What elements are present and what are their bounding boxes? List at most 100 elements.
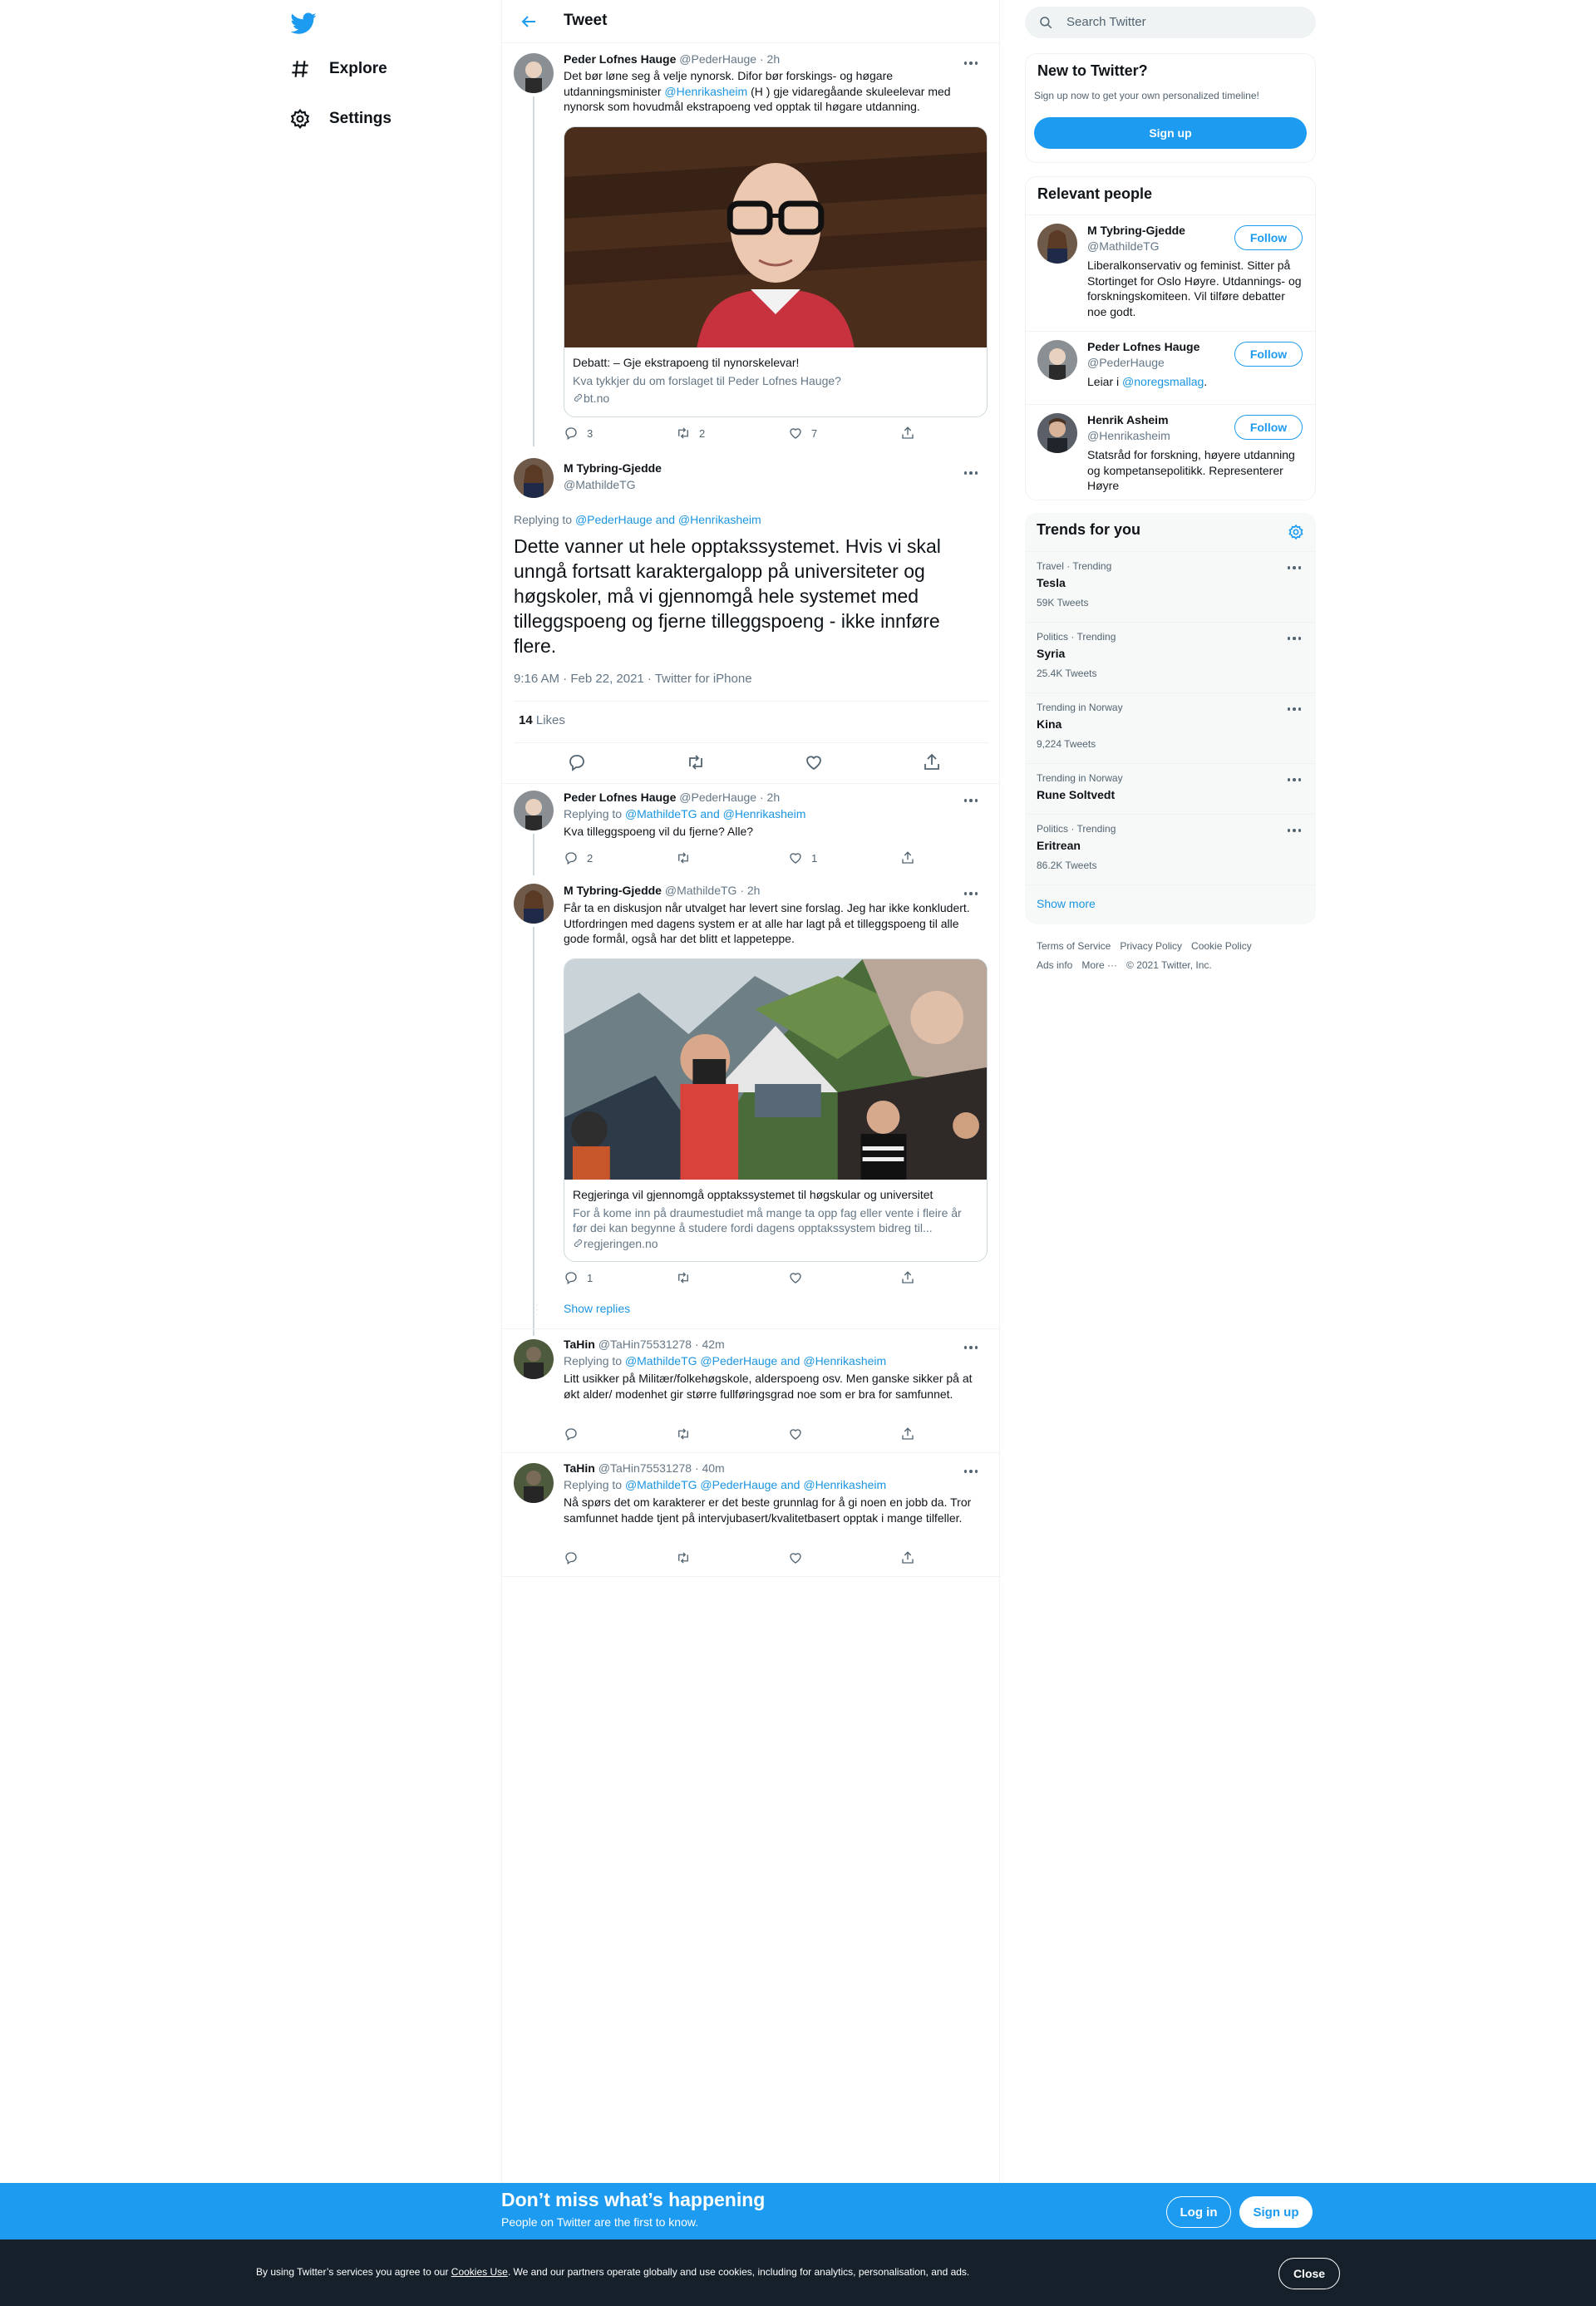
retweet-button[interactable] [676, 1270, 691, 1285]
follow-button[interactable]: Follow [1234, 415, 1303, 440]
author-name[interactable]: TaHin [564, 1338, 595, 1351]
replying-to-link[interactable]: @MathildeTG and @Henrikasheim [625, 807, 806, 820]
avatar[interactable] [1037, 413, 1077, 453]
nav-settings[interactable]: Settings [286, 98, 392, 140]
share-button[interactable] [900, 850, 915, 865]
more-menu-link[interactable]: More ··· [1081, 959, 1117, 971]
tweet-timestamp[interactable]: 9:16 AM · Feb 22, 2021 · Twitter for iPh… [514, 672, 752, 686]
link-card[interactable]: Debatt: – Gje ekstrapoeng til nynorskele… [564, 126, 988, 417]
show-more-link[interactable]: Show more [1037, 897, 1096, 910]
more-icon[interactable] [1284, 705, 1304, 713]
author-name[interactable]: M Tybring-Gjedde [564, 461, 662, 475]
more-icon[interactable] [1284, 776, 1304, 784]
author-handle[interactable]: @MathildeTG [564, 478, 636, 491]
more-icon[interactable] [961, 1467, 981, 1476]
person-item[interactable]: Peder Lofnes Hauge @PederHauge Leiar i @… [1026, 331, 1315, 404]
avatar[interactable] [1037, 340, 1077, 380]
trend-item[interactable]: Trending in Norway Kina 9,224 Tweets [1025, 692, 1316, 763]
sign-up-button[interactable]: Sign up [1034, 117, 1307, 149]
like-button[interactable] [788, 1426, 803, 1441]
show-more-row[interactable]: Show more [1025, 884, 1316, 924]
terms-link[interactable]: Terms of Service [1037, 940, 1111, 952]
person-name[interactable]: Henrik Asheim [1087, 413, 1169, 426]
person-name[interactable]: Peder Lofnes Hauge [1087, 340, 1199, 353]
person-item[interactable]: Henrik Asheim @Henrikasheim Statsråd for… [1026, 404, 1315, 500]
retweet-button[interactable]: 2 [676, 426, 705, 441]
tweet-time[interactable]: · 40m [695, 1461, 725, 1475]
share-button[interactable] [900, 426, 915, 441]
search-input[interactable]: Search Twitter [1066, 15, 1146, 29]
settings-gear-icon[interactable] [1288, 524, 1304, 540]
author-handle[interactable]: @PederHauge [679, 52, 756, 66]
mention-link[interactable]: @Henrikasheim [664, 85, 747, 98]
reply-button[interactable]: 1 [564, 1270, 593, 1285]
trend-item[interactable]: Politics · Trending Syria 25.4K Tweets [1025, 622, 1316, 692]
avatar[interactable] [514, 53, 554, 93]
share-button[interactable] [922, 752, 942, 772]
like-button[interactable] [788, 1550, 803, 1565]
tweet-time[interactable]: · 2h [740, 884, 760, 897]
share-button[interactable] [900, 1270, 915, 1285]
more-icon[interactable] [1284, 826, 1304, 835]
like-button[interactable] [804, 752, 824, 772]
person-name[interactable]: M Tybring-Gjedde [1087, 224, 1185, 237]
tweet-time[interactable]: · 42m [695, 1338, 725, 1351]
retweet-button[interactable] [676, 850, 691, 865]
tweet-time[interactable]: · 2h [760, 52, 780, 66]
share-button[interactable] [900, 1550, 915, 1565]
more-icon[interactable] [961, 1343, 981, 1352]
reply-tweet[interactable]: TaHin @TaHin75531278 · 40m Replying to @… [502, 1453, 1001, 1576]
author-name[interactable]: Peder Lofnes Hauge [564, 791, 676, 804]
retweet-button[interactable] [676, 1550, 691, 1565]
avatar[interactable] [514, 1339, 554, 1379]
reply-tweet[interactable]: Peder Lofnes Hauge @PederHauge · 2h Repl… [502, 784, 1001, 875]
ads-info-link[interactable]: Ads info [1037, 959, 1072, 971]
reply-button[interactable]: 2 [564, 850, 593, 865]
cookies-use-link[interactable]: Cookies Use [451, 2266, 508, 2278]
avatar[interactable] [514, 1463, 554, 1503]
replying-to-link[interactable]: @PederHauge and @Henrikasheim [575, 513, 761, 526]
reply-button[interactable] [567, 752, 587, 772]
author-handle[interactable]: @PederHauge [679, 791, 756, 804]
like-button[interactable]: 1 [788, 850, 817, 865]
person-handle[interactable]: @PederHauge [1087, 356, 1165, 369]
close-button[interactable]: Close [1278, 2258, 1340, 2289]
person-item[interactable]: M Tybring-Gjedde @MathildeTG Liberalkons… [1026, 214, 1315, 331]
reply-tweet[interactable]: TaHin @TaHin75531278 · 42m Replying to @… [502, 1329, 1001, 1452]
nav-explore[interactable]: Explore [286, 48, 387, 90]
reply-button[interactable] [564, 1550, 579, 1565]
like-button[interactable] [788, 1270, 803, 1285]
sign-up-button[interactable]: Sign up [1239, 2196, 1313, 2228]
link-card[interactable]: Regjeringa vil gjennomgå opptakssystemet… [564, 958, 988, 1262]
reply-tweet[interactable]: M Tybring-Gjedde @MathildeTG · 2h Får ta… [502, 875, 1001, 1336]
more-icon[interactable] [961, 469, 981, 477]
author-handle[interactable]: @MathildeTG [665, 884, 737, 897]
reply-button[interactable] [564, 1426, 579, 1441]
retweet-button[interactable] [686, 752, 706, 772]
parent-tweet[interactable]: Peder Lofnes Hauge @PederHauge · 2h Det … [502, 43, 1001, 446]
log-in-button[interactable]: Log in [1166, 2196, 1231, 2228]
twitter-bird-icon[interactable] [289, 10, 318, 38]
avatar[interactable] [1037, 224, 1077, 264]
person-handle[interactable]: @Henrikasheim [1087, 429, 1170, 442]
back-arrow-icon[interactable] [519, 12, 539, 32]
like-button[interactable]: 7 [788, 426, 817, 441]
avatar[interactable] [514, 458, 554, 498]
follow-button[interactable]: Follow [1234, 342, 1303, 367]
avatar[interactable] [514, 884, 554, 924]
trend-item[interactable]: Politics · Trending Eritrean 86.2K Tweet… [1025, 814, 1316, 884]
trend-item[interactable]: Trending in Norway Rune Soltvedt [1025, 763, 1316, 814]
cookie-policy-link[interactable]: Cookie Policy [1191, 940, 1252, 952]
author-name[interactable]: Peder Lofnes Hauge [564, 52, 676, 66]
tweet-time[interactable]: · 2h [760, 791, 780, 804]
author-name[interactable]: M Tybring-Gjedde [564, 884, 662, 897]
more-icon[interactable] [961, 796, 981, 805]
retweet-button[interactable] [676, 1426, 691, 1441]
more-icon[interactable] [1284, 634, 1304, 643]
bio-mention-link[interactable]: @noregsmallag [1122, 375, 1204, 388]
author-handle[interactable]: @TaHin75531278 [598, 1338, 692, 1351]
author-handle[interactable]: @TaHin75531278 [598, 1461, 692, 1475]
follow-button[interactable]: Follow [1234, 225, 1303, 250]
replying-to-link[interactable]: @MathildeTG @PederHauge and @Henrikashei… [625, 1478, 886, 1491]
more-icon[interactable] [961, 889, 981, 898]
